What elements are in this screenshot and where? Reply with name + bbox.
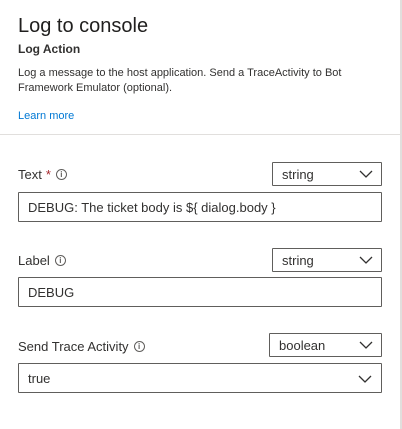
field-label-type-select[interactable]: string xyxy=(272,248,382,272)
field-send-trace-activity-select[interactable]: true xyxy=(18,363,382,393)
field-label: Label i string DEBUG xyxy=(18,248,382,308)
field-send-trace-activity-label-text: Send Trace Activity xyxy=(18,339,129,354)
info-icon[interactable]: i xyxy=(55,169,67,180)
field-send-trace-activity: Send Trace Activity i boolean true xyxy=(18,333,382,395)
header-divider xyxy=(0,134,400,135)
chevron-down-icon xyxy=(359,170,373,178)
required-marker: * xyxy=(45,167,51,182)
field-send-trace-activity-type-value: boolean xyxy=(279,337,326,353)
chevron-down-icon xyxy=(358,375,372,383)
chevron-down-icon xyxy=(359,341,373,349)
field-text-label: Text * i xyxy=(18,167,67,182)
field-send-trace-activity-value: true xyxy=(28,370,51,386)
field-label-input-value: DEBUG xyxy=(28,284,75,300)
field-text-type-select[interactable]: string xyxy=(272,162,382,186)
field-label-input[interactable]: DEBUG xyxy=(18,277,382,307)
panel-header: Log to console Log Action Log a message … xyxy=(18,14,388,124)
field-text: Text * i string DEBUG: The ticket body i… xyxy=(18,162,382,224)
field-send-trace-activity-label: Send Trace Activity i xyxy=(18,339,145,354)
field-label-label: Label i xyxy=(18,253,66,268)
field-label-label-text: Label xyxy=(18,253,50,268)
field-text-type-value: string xyxy=(282,166,314,182)
field-label-type-value: string xyxy=(282,252,314,268)
field-send-trace-activity-type-select[interactable]: boolean xyxy=(269,333,382,357)
field-text-input-value: DEBUG: The ticket body is ${ dialog.body… xyxy=(28,199,276,215)
page-title: Log to console xyxy=(18,15,149,37)
info-icon[interactable]: i xyxy=(133,341,145,352)
page-subtitle: Log Action xyxy=(18,42,81,56)
chevron-down-icon xyxy=(359,256,373,264)
page-description: Log a message to the host application. S… xyxy=(18,67,342,94)
learn-more-link[interactable]: Learn more xyxy=(18,110,74,122)
field-text-label-text: Text xyxy=(18,167,42,182)
info-icon[interactable]: i xyxy=(54,255,66,266)
field-text-input[interactable]: DEBUG: The ticket body is ${ dialog.body… xyxy=(18,192,382,222)
